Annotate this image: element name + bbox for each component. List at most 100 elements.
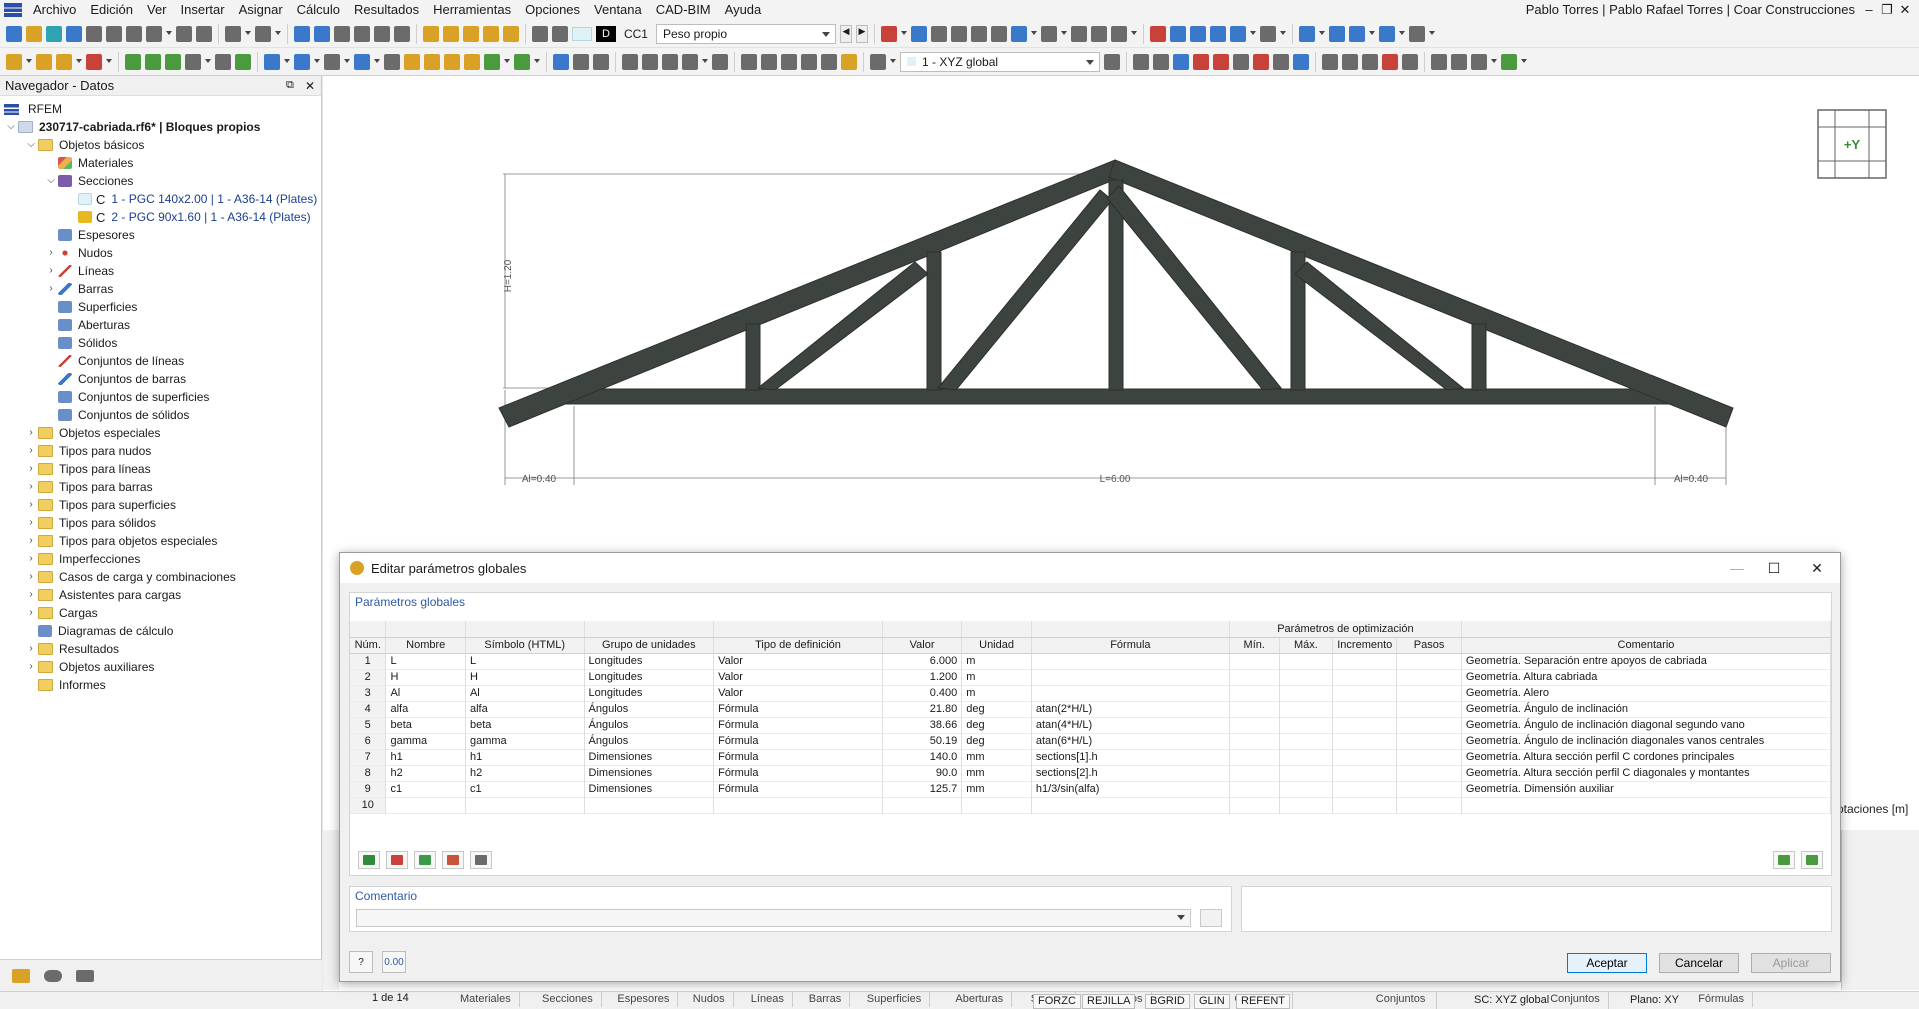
line-draw-icon[interactable] [36,53,52,70]
find-icon[interactable] [463,25,479,42]
header-formula[interactable]: Fórmula [1031,637,1230,654]
opening-icon[interactable] [384,53,400,70]
expand-icon[interactable]: › [24,480,38,494]
cell-steps[interactable] [1396,797,1462,813]
tree-item[interactable]: Sólidos [44,334,117,352]
cell-def-type[interactable]: Valor [713,653,883,669]
tree-item[interactable]: › Tipos para objetos especiales [24,532,217,550]
cell-def-type[interactable]: Valor [713,685,883,701]
collapse-icon[interactable]: ⌵ [24,138,38,152]
cell-unit-group[interactable]: Dimensiones [584,765,715,781]
menu-9[interactable]: Ventana [587,0,649,20]
table-tab[interactable]: Barras [801,991,851,1007]
display-tab-icon[interactable] [44,969,62,982]
view-f-icon[interactable] [1471,53,1487,70]
menu-6[interactable]: Resultados [347,0,426,20]
tree-item[interactable]: Informes [24,676,106,694]
values-icon[interactable] [930,25,947,42]
cell-def-type[interactable]: Fórmula [713,765,883,781]
tree-item[interactable]: › Tipos para líneas [24,460,150,478]
cell-unit[interactable]: m [961,653,1032,669]
expand-icon[interactable]: › [24,642,38,656]
cell-max[interactable] [1279,717,1334,733]
cloud-icon[interactable] [46,25,62,42]
cell-unit-group[interactable]: Dimensiones [584,781,715,797]
comment-library-button[interactable] [1200,909,1222,927]
cell-min[interactable] [1229,717,1280,733]
cell-symbol[interactable]: h1 [465,749,585,765]
tree-item[interactable]: Superficies [44,298,137,316]
help-icon[interactable]: ? [349,951,373,973]
table-tab[interactable]: Conjuntos de superficies [1368,991,1438,1009]
cell-min[interactable] [1229,733,1280,749]
axis4-icon[interactable] [1229,25,1246,42]
tree-item[interactable]: › Tipos para nudos [24,442,151,460]
line-tool-icon[interactable] [712,53,728,70]
surface2-icon[interactable] [294,53,310,70]
cell-num[interactable]: 6 [350,733,387,749]
cell-name[interactable]: H [385,669,466,685]
wall-icon[interactable] [573,53,589,70]
connect-icon[interactable] [185,53,201,70]
table-tab[interactable]: Superficies [859,991,931,1007]
cell-formula[interactable] [1031,797,1230,813]
cell-formula[interactable]: h1/3/sin(alfa) [1031,781,1230,797]
cell-increment[interactable] [1332,701,1398,717]
cell-def-type[interactable]: Fórmula [713,701,883,717]
cell-max[interactable] [1279,749,1334,765]
cell-comment[interactable]: Geometría. Altura sección perfil C cordo… [1461,749,1832,765]
values2-icon[interactable] [970,25,987,42]
calc-icon[interactable] [394,25,410,42]
cell-unit[interactable] [961,797,1032,813]
expand-icon[interactable]: › [24,516,38,530]
tree-item[interactable]: › Barras [44,280,113,298]
arrange3-icon[interactable] [781,53,797,70]
cell-def-type[interactable]: Valor [713,669,883,685]
cell-name[interactable]: alfa [385,701,466,717]
menu-11[interactable]: Ayuda [718,0,769,20]
tool-a-icon[interactable] [404,53,420,70]
load-case-prev-button[interactable]: ◀ [839,24,852,43]
table-row[interactable]: 3 Al Al Longitudes Valor 0.400 m Geometría. Ale… [350,685,1832,701]
cell-value[interactable]: 140.0 [882,749,963,765]
expand-icon[interactable]: › [24,588,38,602]
tree-item[interactable]: Aberturas [44,316,130,334]
table-row[interactable]: 10 [350,797,1832,813]
view-g-icon[interactable] [1501,53,1517,70]
load-case-next-button[interactable]: ▶ [855,24,868,43]
arrange6-icon[interactable] [841,53,857,70]
menu-4[interactable]: Asignar [232,0,290,20]
hide-icon[interactable] [1322,53,1338,70]
expand-icon[interactable]: › [44,282,58,296]
pin-icon[interactable]: ⧉ [286,79,294,92]
ok-button[interactable]: Aceptar [1567,953,1647,973]
cell-steps[interactable] [1396,749,1462,765]
arrange2-icon[interactable] [761,53,777,70]
delete-results-icon[interactable] [880,25,897,42]
cell-value[interactable]: 90.0 [882,765,963,781]
tree-item[interactable]: › Tipos para superficies [24,496,176,514]
table-tab[interactable]: Espesores [609,991,679,1007]
view-xz-icon[interactable] [1193,53,1209,70]
collapse-icon[interactable]: ⌵ [44,174,58,188]
cell-comment[interactable]: Geometría. Alero [1461,685,1832,701]
cell-min[interactable] [1229,749,1280,765]
cell-symbol[interactable]: H [465,669,585,685]
cell-comment[interactable]: Geometría. Dimensión auxiliar [1461,781,1832,797]
cell-unit[interactable]: deg [961,701,1032,717]
cell-value[interactable]: 50.19 [882,733,963,749]
view-line-icon[interactable] [1348,25,1365,42]
cell-comment[interactable]: Geometría. Altura cabriada [1461,669,1832,685]
cell-symbol[interactable]: Al [465,685,585,701]
cell-formula[interactable] [1031,685,1230,701]
cell-value[interactable] [882,797,963,813]
cell-formula[interactable]: sections[1].h [1031,749,1230,765]
shape-icon[interactable] [622,53,638,70]
delete-row-button[interactable] [386,851,408,869]
cell-steps[interactable] [1396,765,1462,781]
cell-num[interactable]: 10 [350,797,387,813]
cell-max[interactable] [1279,653,1334,669]
header-def-type[interactable]: Tipo de definición [713,637,883,654]
load-next-icon[interactable] [552,25,568,42]
overflow-icon[interactable] [1451,53,1467,70]
